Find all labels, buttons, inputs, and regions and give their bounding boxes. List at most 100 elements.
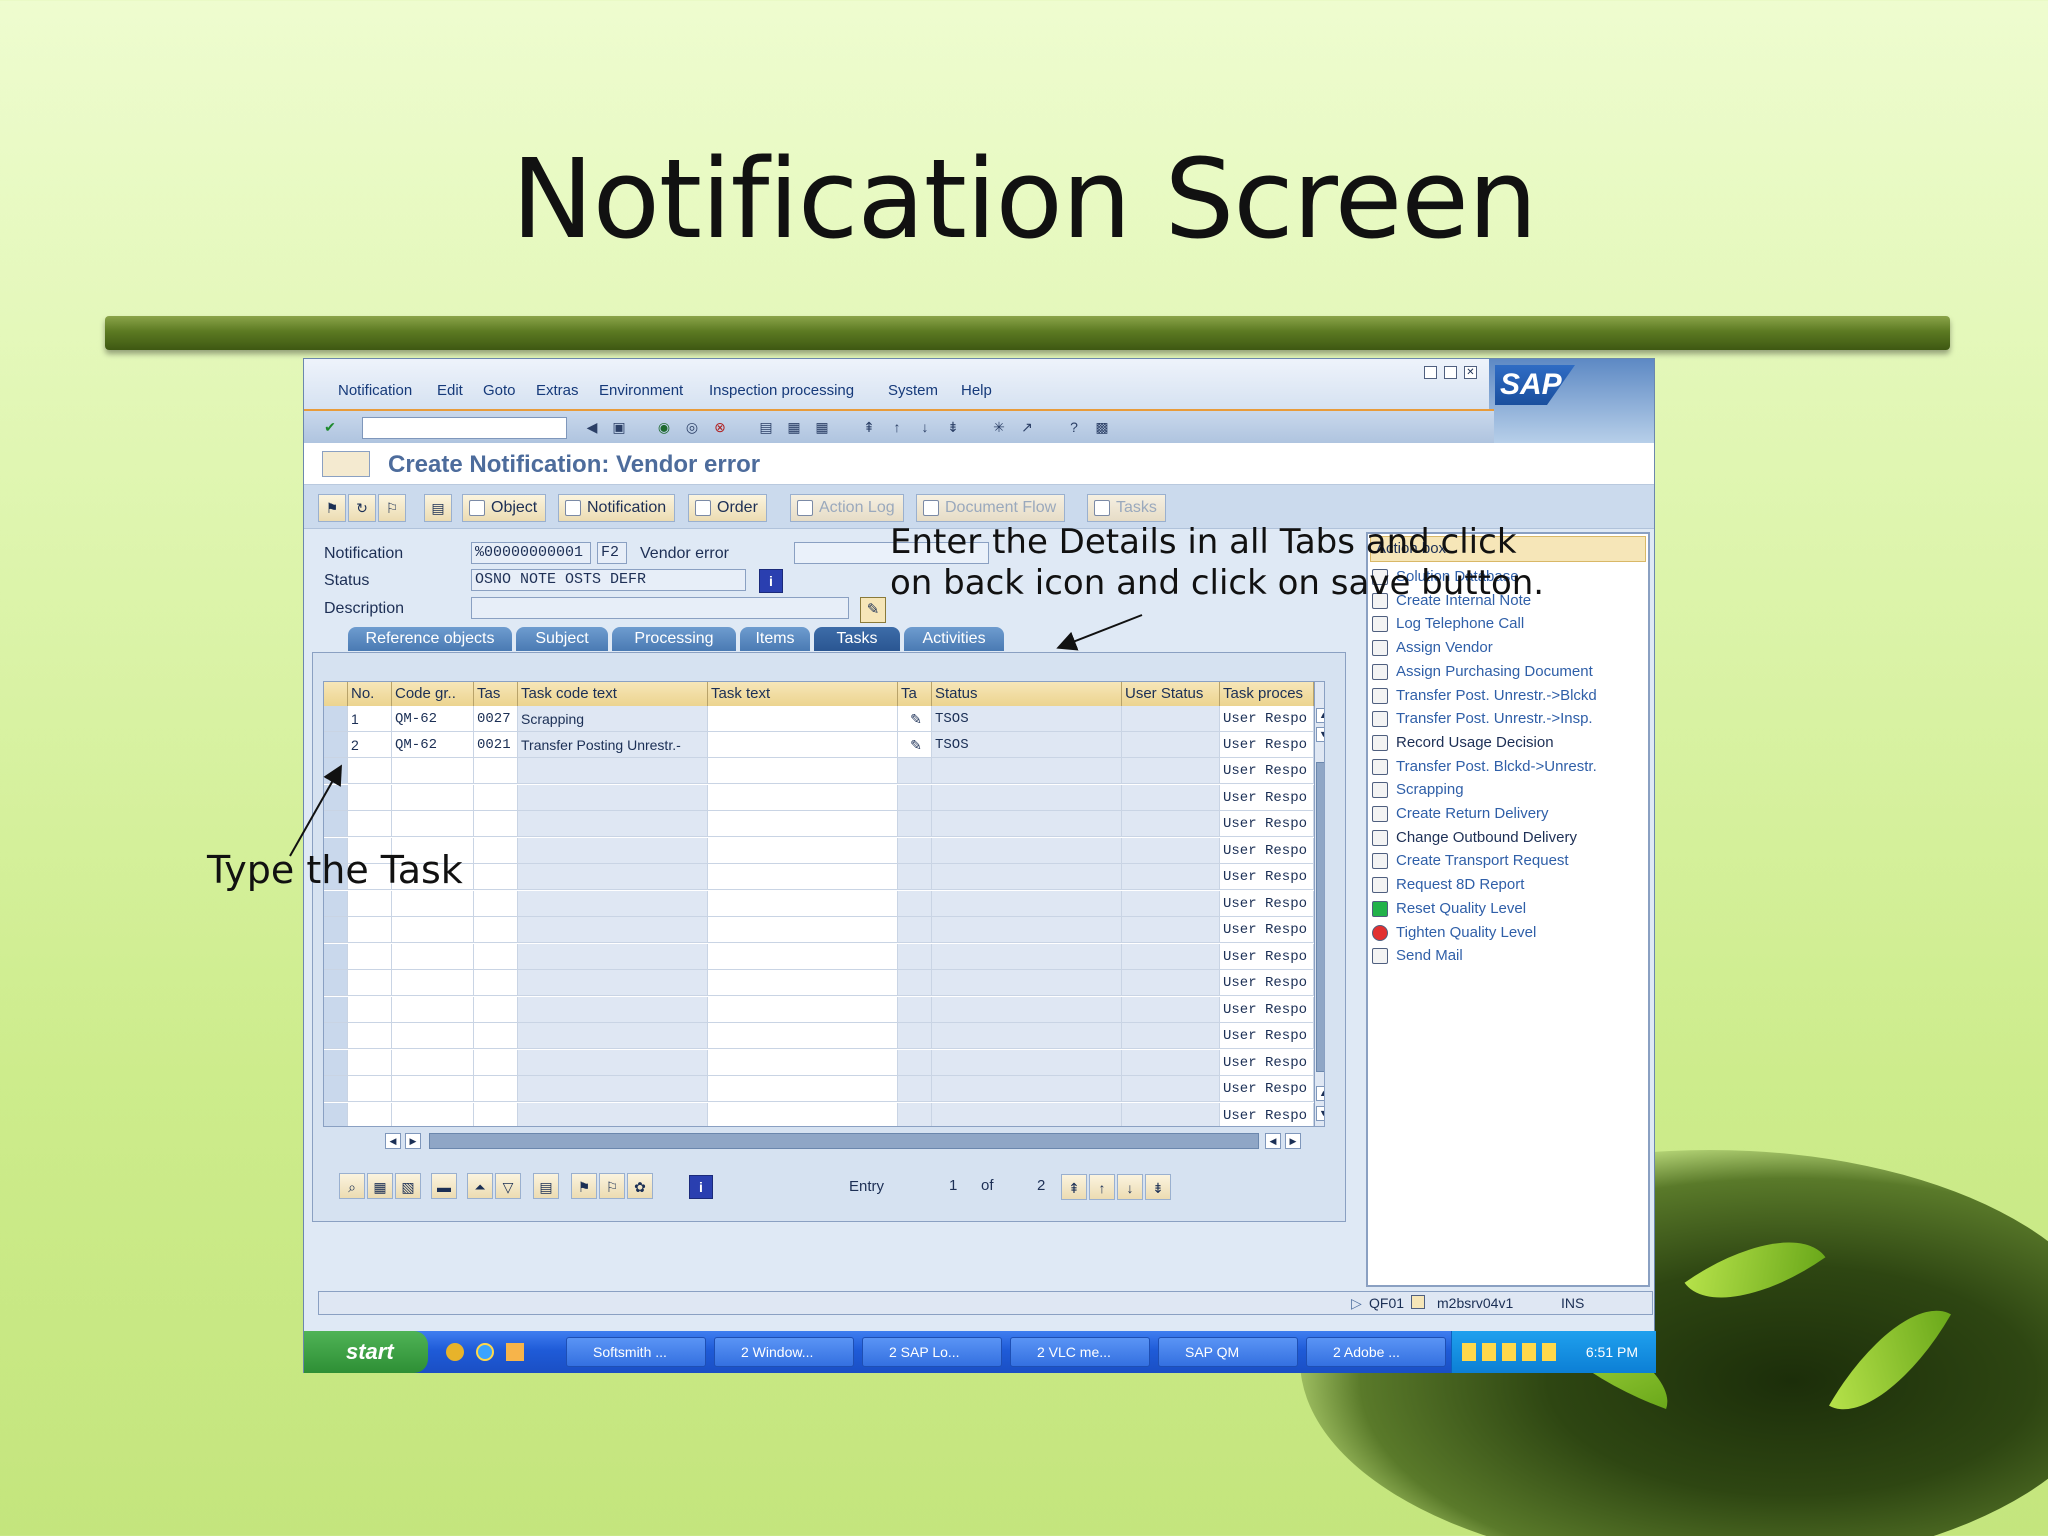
browser-icon[interactable] <box>446 1343 464 1361</box>
scroll-page-up-icon[interactable]: ▲ <box>1316 1086 1324 1101</box>
ie-icon[interactable] <box>476 1343 494 1361</box>
column-header-task-text[interactable]: Task text <box>708 682 898 706</box>
previous-page-icon[interactable]: ↑ <box>887 417 907 437</box>
empty-cell[interactable] <box>898 917 932 943</box>
column-header-code-group[interactable]: Code gr.. <box>392 682 474 706</box>
empty-cell[interactable] <box>392 784 474 811</box>
action-box-item[interactable]: Assign Purchasing Document <box>1372 663 1593 680</box>
empty-cell[interactable] <box>898 864 932 890</box>
row-selector-header[interactable] <box>324 682 348 706</box>
horizontal-scroll-track[interactable] <box>429 1133 1259 1149</box>
menu-environment[interactable]: Environment <box>599 382 683 399</box>
empty-cell[interactable] <box>898 784 932 811</box>
empty-cell[interactable] <box>708 1049 898 1076</box>
column-header-no[interactable]: No. <box>348 682 392 706</box>
scroll-up-icon[interactable]: ▲ <box>1316 708 1324 723</box>
action-box-item[interactable]: Tighten Quality Level <box>1372 924 1536 941</box>
taskbar-item-adobe[interactable]: 2 Adobe ... <box>1306 1337 1446 1367</box>
action-box-item[interactable]: Transfer Post. Unrestr.->Insp. <box>1372 710 1593 728</box>
find-icon[interactable]: ▦ <box>784 417 804 437</box>
empty-cell[interactable] <box>474 837 518 864</box>
empty-cell[interactable] <box>348 996 392 1023</box>
empty-cell[interactable] <box>474 811 518 837</box>
empty-cell[interactable] <box>392 917 474 943</box>
empty-cell[interactable] <box>898 837 932 864</box>
taskbar-item-vlc[interactable]: 2 VLC me... <box>1010 1337 1150 1367</box>
cell-task-processor[interactable]: User Respo <box>1220 784 1314 811</box>
scroll-page-down-icon[interactable]: ▼ <box>1316 1106 1324 1121</box>
action-box-item[interactable]: Record Usage Decision <box>1372 734 1554 751</box>
tab-reference-objects[interactable]: Reference objects <box>348 627 512 651</box>
empty-cell[interactable] <box>392 1102 474 1126</box>
cell-task-processor[interactable]: User Respo <box>1220 706 1314 732</box>
action-box-item[interactable]: Transfer Post. Blckd->Unrestr. <box>1372 758 1597 775</box>
find-next-icon[interactable]: ▦ <box>812 417 832 437</box>
cell-task-processor[interactable]: User Respo <box>1220 864 1314 890</box>
save-icon[interactable]: ▣ <box>609 417 629 437</box>
empty-cell[interactable] <box>708 758 898 784</box>
command-field[interactable] <box>362 417 567 439</box>
new-session-icon[interactable]: ✳ <box>989 417 1009 437</box>
empty-cell[interactable] <box>708 1023 898 1049</box>
first-page-icon[interactable]: ⇞ <box>859 417 879 437</box>
cell-task-processor[interactable]: User Respo <box>1220 1102 1314 1126</box>
empty-cell[interactable] <box>898 890 932 917</box>
row-selector[interactable] <box>324 890 348 917</box>
grid-info-icon[interactable]: i <box>689 1175 713 1199</box>
empty-cell[interactable] <box>348 1049 392 1076</box>
row-selector[interactable] <box>324 917 348 943</box>
empty-cell[interactable] <box>348 1023 392 1049</box>
empty-cell[interactable] <box>474 758 518 784</box>
cell-no[interactable]: 1 <box>348 706 392 732</box>
menu-inspection-processing[interactable]: Inspection processing <box>709 382 854 399</box>
close-icon[interactable]: ✕ <box>1464 366 1477 379</box>
status-system-icon[interactable] <box>1411 1295 1425 1309</box>
empty-cell[interactable] <box>392 996 474 1023</box>
details-icon[interactable]: ⌕ <box>339 1173 365 1199</box>
empty-cell[interactable] <box>392 758 474 784</box>
empty-cell[interactable] <box>898 970 932 996</box>
row-selector[interactable] <box>324 996 348 1023</box>
exit-icon[interactable]: ◎ <box>682 417 702 437</box>
row-selector[interactable] <box>324 1102 348 1126</box>
empty-cell[interactable] <box>898 1049 932 1076</box>
empty-cell[interactable] <box>708 917 898 943</box>
tab-items[interactable]: Items <box>740 627 810 651</box>
last-page-icon[interactable]: ⇟ <box>943 417 963 437</box>
taskbar-item-sap-qm[interactable]: SAP QM <box>1158 1337 1298 1367</box>
status-info-icon[interactable]: i <box>759 569 783 593</box>
empty-cell[interactable] <box>898 1076 932 1102</box>
row-selector[interactable] <box>324 943 348 970</box>
document-flow-button[interactable]: Document Flow <box>916 494 1066 522</box>
empty-cell[interactable] <box>474 1049 518 1076</box>
row-selector[interactable] <box>324 1023 348 1049</box>
empty-cell[interactable] <box>708 996 898 1023</box>
status-bar-arrow-icon[interactable]: ▷ <box>1351 1295 1362 1312</box>
select-all-icon[interactable]: ▦ <box>367 1173 393 1199</box>
menu-help[interactable]: Help <box>961 382 992 399</box>
empty-cell[interactable] <box>474 917 518 943</box>
print-icon[interactable]: ▤ <box>756 417 776 437</box>
cell-task-processor[interactable]: User Respo <box>1220 970 1314 996</box>
action-log-button[interactable]: Action Log <box>790 494 904 522</box>
empty-cell[interactable] <box>348 811 392 837</box>
row-selector[interactable] <box>324 970 348 996</box>
refresh-icon[interactable]: ↻ <box>348 494 376 522</box>
action-box-item[interactable]: Create Transport Request <box>1372 852 1569 870</box>
cell-task-processor[interactable]: User Respo <box>1220 811 1314 837</box>
empty-cell[interactable] <box>708 1102 898 1126</box>
empty-cell[interactable] <box>392 811 474 837</box>
row-selector[interactable] <box>324 732 348 758</box>
column-header-user-status[interactable]: User Status <box>1122 682 1220 706</box>
flag-icon[interactable]: ⚑ <box>318 494 346 522</box>
scroll-right-icon[interactable]: ▶ <box>405 1133 421 1149</box>
row-selector[interactable] <box>324 1076 348 1102</box>
display-object-icon[interactable]: ▤ <box>424 494 452 522</box>
column-header-status[interactable]: Status <box>932 682 1122 706</box>
cell-task[interactable]: 0027 <box>474 706 518 732</box>
cell-code-group[interactable]: QM-62 <box>392 732 474 758</box>
last-entry-icon[interactable]: ⇟ <box>1145 1174 1171 1200</box>
help-icon[interactable]: ? <box>1064 417 1084 437</box>
empty-cell[interactable] <box>708 890 898 917</box>
object-button[interactable]: Object <box>462 494 547 522</box>
